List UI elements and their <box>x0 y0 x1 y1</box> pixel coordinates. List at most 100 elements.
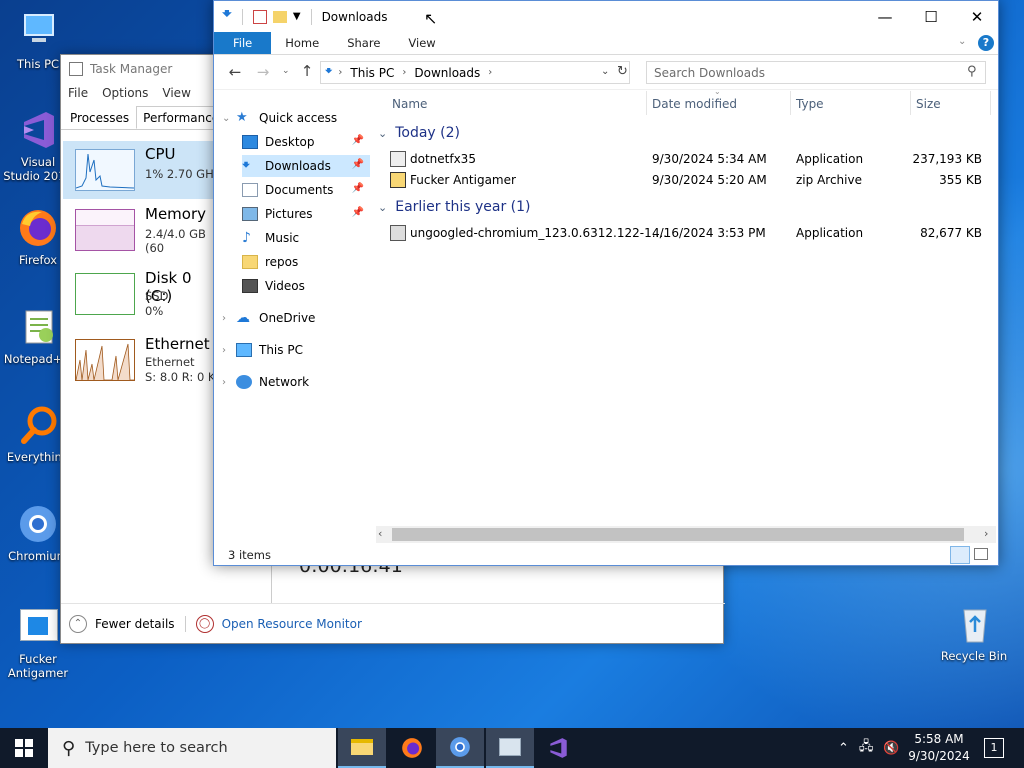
nav-item-pictures[interactable]: Pictures 📌 <box>242 203 370 225</box>
expand-ribbon-icon[interactable]: ⌄ <box>958 36 966 47</box>
nav-item-music[interactable]: ♪ Music <box>242 227 370 249</box>
desktop-icon-recycle-bin[interactable]: Recycle Bin <box>938 602 1010 663</box>
forward-button[interactable]: → <box>250 63 276 81</box>
column-header-type[interactable]: Type <box>796 97 824 111</box>
address-dropdown-icon[interactable]: ⌄ <box>601 66 609 77</box>
group-header-today[interactable]: ⌄ Today (2) <box>378 125 460 141</box>
column-header-size[interactable]: Size <box>916 97 941 111</box>
file-row[interactable]: dotnetfx35 9/30/2024 5:34 AM Application… <box>390 149 990 170</box>
perf-item-title: Ethernet <box>145 335 210 353</box>
taskbar-app-chromium[interactable] <box>436 728 484 768</box>
chevron-right-icon[interactable]: › <box>222 377 226 388</box>
column-header-name[interactable]: Name <box>392 97 427 111</box>
column-header-date[interactable]: Date modified <box>652 97 737 111</box>
taskbar-clock[interactable]: 5:58 AM 9/30/2024 <box>900 731 978 765</box>
menu-view[interactable]: View <box>162 86 190 100</box>
horizontal-scrollbar[interactable]: ‹ › <box>376 526 996 543</box>
customize-toolbar-icon[interactable]: ▼ <box>293 11 301 22</box>
nav-quick-access[interactable]: ★ Quick access <box>236 107 370 129</box>
close-button[interactable]: ✕ <box>954 1 1000 32</box>
taskbar-app-file-explorer[interactable] <box>338 728 386 768</box>
search-icon: ⚲ <box>967 64 977 79</box>
chevron-down-icon[interactable]: ⌄ <box>222 113 230 124</box>
visual-studio-icon <box>16 108 60 152</box>
taskbar-search-placeholder: Type here to search <box>85 740 228 756</box>
mouse-cursor-icon: ↖ <box>424 9 438 28</box>
ribbon-tab-view[interactable]: View <box>394 32 449 54</box>
large-icons-view-icon[interactable] <box>974 548 988 560</box>
perf-item-disk[interactable]: Disk 0 (C:) SSD 0% <box>63 265 223 323</box>
open-resource-monitor-label: Open Resource Monitor <box>221 616 362 631</box>
address-bar[interactable]: 🠻 › This PC › Downloads › ⌄ ↻ <box>320 61 630 84</box>
fewer-details-button[interactable]: ⌃ Fewer details <box>69 614 175 633</box>
nav-item-desktop[interactable]: Desktop 📌 <box>242 131 370 153</box>
nav-this-pc[interactable]: This PC <box>236 339 370 361</box>
title-bar[interactable]: 🠻 ▼ Downloads ↖ — ☐ ✕ <box>214 1 998 32</box>
column-separator[interactable] <box>790 91 791 115</box>
menu-file[interactable]: File <box>68 86 88 100</box>
downloads-folder-icon: 🠻 <box>325 64 333 78</box>
column-separator[interactable] <box>646 91 647 115</box>
search-input[interactable]: Search Downloads ⚲ <box>646 61 986 84</box>
perf-item-ethernet[interactable]: Ethernet Ethernet S: 8.0 R: 0 Kb <box>63 331 223 389</box>
nav-item-repos[interactable]: repos <box>242 251 370 273</box>
ribbon-tab-file[interactable]: File <box>214 32 272 54</box>
scroll-right-icon[interactable]: › <box>984 527 988 540</box>
back-button[interactable]: ← <box>222 63 248 81</box>
nav-item-documents[interactable]: Documents 📌 <box>242 179 370 201</box>
group-label: Earlier this year (1) <box>395 199 531 215</box>
nav-item-downloads[interactable]: 🠻 Downloads 📌 <box>242 155 370 177</box>
new-folder-icon[interactable] <box>272 10 287 23</box>
open-resource-monitor-link[interactable]: ◯ Open Resource Monitor <box>195 614 362 633</box>
file-date: 4/16/2024 3:53 PM <box>652 226 766 240</box>
ribbon-tab-share[interactable]: Share <box>333 32 394 54</box>
file-row[interactable]: Fucker Antigamer 9/30/2024 5:20 AM zip A… <box>390 170 990 191</box>
resource-monitor-icon: ◯ <box>195 614 214 633</box>
volume-muted-icon[interactable]: 🔇 <box>883 741 899 756</box>
chevron-right-icon[interactable]: › <box>222 345 226 356</box>
file-row[interactable]: ungoogled-chromium_123.0.6312.122-1.... … <box>390 223 990 244</box>
column-separator[interactable] <box>990 91 991 115</box>
perf-item-detail: Ethernet <box>145 355 195 369</box>
taskbar-app-firefox[interactable] <box>388 728 436 768</box>
notification-center-button[interactable]: 1 <box>984 738 1004 758</box>
minimize-button[interactable]: — <box>862 1 908 32</box>
up-button[interactable]: ↑ <box>294 62 320 80</box>
help-icon[interactable]: ? <box>978 35 994 51</box>
breadcrumb-chevron-icon: › <box>488 67 493 78</box>
tab-processes[interactable]: Processes <box>63 106 136 129</box>
file-name: Fucker Antigamer <box>410 173 516 187</box>
taskbar-app-task-manager[interactable] <box>486 728 534 768</box>
menu-options[interactable]: Options <box>102 86 148 100</box>
chevron-right-icon[interactable]: › <box>222 313 226 324</box>
column-separator[interactable] <box>910 91 911 115</box>
window-title: Task Manager <box>90 62 173 76</box>
properties-icon[interactable] <box>252 9 267 24</box>
nav-onedrive[interactable]: ☁ OneDrive <box>236 307 370 329</box>
breadcrumb-downloads[interactable]: Downloads <box>414 66 480 80</box>
refresh-icon[interactable]: ↻ <box>617 64 628 79</box>
music-note-icon: ♪ <box>242 230 251 246</box>
scrollbar-thumb[interactable] <box>392 528 964 541</box>
perf-item-memory[interactable]: Memory 2.4/4.0 GB (60 <box>63 201 223 259</box>
nav-item-videos[interactable]: Videos <box>242 275 370 297</box>
details-view-icon[interactable] <box>950 546 970 564</box>
taskbar-search-input[interactable]: ⚲ Type here to search <box>48 728 336 768</box>
network-disconnected-icon[interactable]: 🖧 <box>859 737 874 759</box>
scroll-left-icon[interactable]: ‹ <box>378 527 382 540</box>
chevron-up-icon[interactable]: ⌃ <box>838 741 849 756</box>
clock-date: 9/30/2024 <box>908 749 970 763</box>
perf-item-cpu[interactable]: CPU 1% 2.70 GHz <box>63 141 223 199</box>
nav-label: Downloads <box>265 159 331 173</box>
breadcrumb-this-pc[interactable]: This PC <box>350 66 394 80</box>
group-header-earlier-this-year[interactable]: ⌄ Earlier this year (1) <box>378 199 531 215</box>
recent-locations-button[interactable]: ⌄ <box>282 66 290 76</box>
file-explorer-window[interactable]: 🠻 ▼ Downloads ↖ — ☐ ✕ File Home Share Vi… <box>213 0 999 566</box>
start-button[interactable] <box>0 728 48 768</box>
nav-network[interactable]: Network <box>236 371 370 393</box>
ribbon-tab-home[interactable]: Home <box>271 32 333 54</box>
maximize-button[interactable]: ☐ <box>908 1 954 32</box>
taskbar-app-visual-studio[interactable] <box>534 728 582 768</box>
computer-icon <box>236 343 252 357</box>
nav-label: Videos <box>265 279 305 293</box>
